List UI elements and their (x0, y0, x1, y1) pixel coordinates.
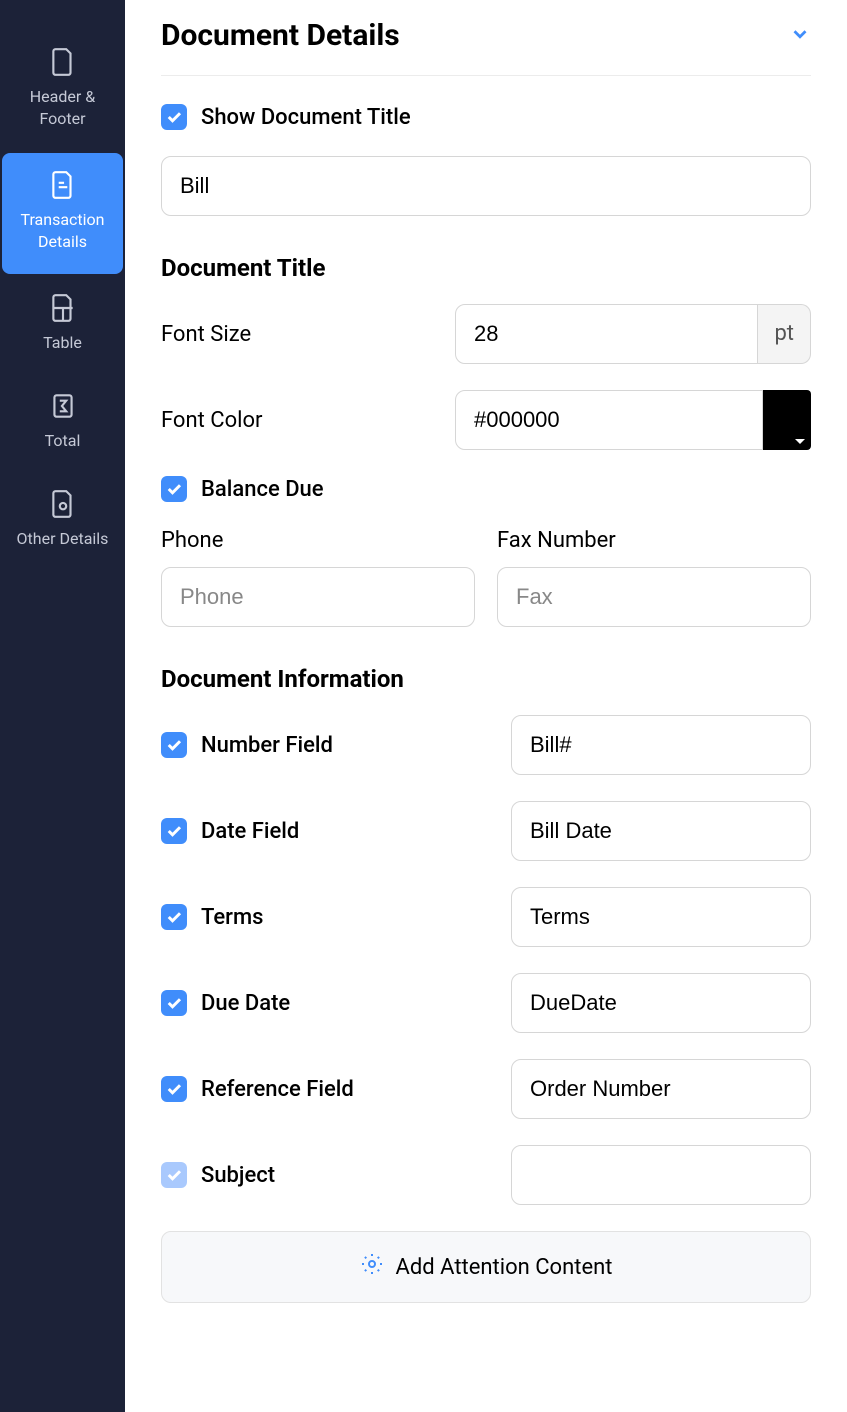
document-title-heading: Document Title (161, 254, 811, 282)
sidebar: Header & Footer Transaction Details Tabl… (0, 0, 125, 1412)
number-field-input[interactable] (511, 715, 811, 775)
fax-input[interactable] (497, 567, 811, 627)
font-color-row: Font Color (161, 390, 811, 450)
balance-due-row: Balance Due (161, 476, 811, 502)
sidebar-item-label: Other Details (17, 528, 109, 550)
reference-field-label: Reference Field (201, 1077, 354, 1102)
font-size-input[interactable] (455, 304, 758, 364)
sidebar-item-table[interactable]: Table (0, 276, 125, 374)
reference-field-checkbox[interactable] (161, 1076, 187, 1102)
phone-fax-row: Phone Fax Number (161, 528, 811, 627)
font-size-row: Font Size pt (161, 304, 811, 364)
document-icon (49, 48, 77, 76)
terms-label: Terms (201, 905, 263, 930)
sidebar-item-transaction-details[interactable]: Transaction Details (2, 153, 123, 274)
main-panel: Document Details Show Document Title Doc… (125, 0, 847, 1412)
sidebar-item-total[interactable]: Total (0, 374, 125, 472)
fax-label: Fax Number (497, 528, 811, 553)
chevron-down-icon (789, 23, 811, 49)
number-field-label: Number Field (201, 733, 333, 758)
sidebar-item-label: Header & Footer (6, 86, 119, 131)
reference-field-input[interactable] (511, 1059, 811, 1119)
show-document-title-row: Show Document Title (161, 104, 811, 130)
due-date-checkbox[interactable] (161, 990, 187, 1016)
balance-due-checkbox[interactable] (161, 476, 187, 502)
add-attention-content-button[interactable]: Add Attention Content (161, 1231, 811, 1303)
document-gear-icon (49, 490, 77, 518)
due-date-label: Due Date (201, 991, 290, 1016)
info-row-number-field: Number Field (161, 715, 811, 775)
sidebar-item-label: Table (43, 332, 82, 354)
due-date-input[interactable] (511, 973, 811, 1033)
info-row-reference-field: Reference Field (161, 1059, 811, 1119)
show-document-title-checkbox[interactable] (161, 104, 187, 130)
phone-input[interactable] (161, 567, 475, 627)
add-attention-label: Add Attention Content (396, 1255, 613, 1280)
info-row-terms: Terms (161, 887, 811, 947)
balance-due-label: Balance Due (201, 477, 324, 502)
document-title-input[interactable] (161, 156, 811, 216)
sidebar-item-label: Transaction Details (8, 209, 117, 254)
sidebar-item-other-details[interactable]: Other Details (0, 472, 125, 570)
sidebar-item-header-footer[interactable]: Header & Footer (0, 30, 125, 151)
show-document-title-label: Show Document Title (201, 105, 411, 130)
date-field-input[interactable] (511, 801, 811, 861)
phone-label: Phone (161, 528, 475, 553)
gear-icon (360, 1252, 384, 1282)
table-icon (49, 294, 77, 322)
document-text-icon (49, 171, 77, 199)
subject-checkbox[interactable] (161, 1162, 187, 1188)
subject-input[interactable] (511, 1145, 811, 1205)
terms-checkbox[interactable] (161, 904, 187, 930)
terms-input[interactable] (511, 887, 811, 947)
font-color-input[interactable] (455, 390, 763, 450)
document-information-heading: Document Information (161, 665, 811, 693)
font-size-unit: pt (758, 304, 811, 364)
date-field-checkbox[interactable] (161, 818, 187, 844)
info-row-date-field: Date Field (161, 801, 811, 861)
font-color-label: Font Color (161, 408, 441, 433)
info-row-due-date: Due Date (161, 973, 811, 1033)
subject-label: Subject (201, 1163, 275, 1188)
number-field-checkbox[interactable] (161, 732, 187, 758)
section-title: Document Details (161, 18, 400, 53)
date-field-label: Date Field (201, 819, 299, 844)
font-color-swatch[interactable] (763, 390, 811, 450)
sidebar-item-label: Total (45, 430, 81, 452)
section-header[interactable]: Document Details (161, 18, 811, 76)
sigma-icon (49, 392, 77, 420)
info-row-subject: Subject (161, 1145, 811, 1205)
font-size-label: Font Size (161, 322, 441, 347)
